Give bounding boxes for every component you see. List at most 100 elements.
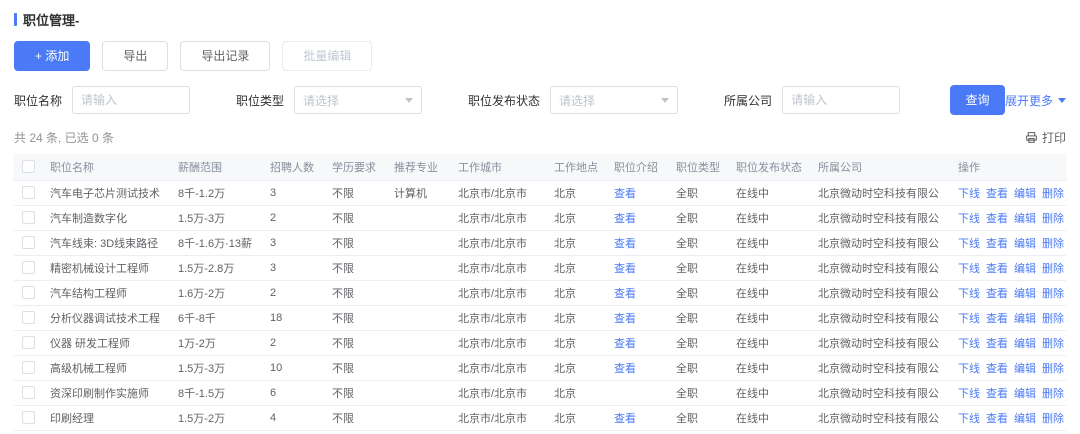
cell-location: 北京 xyxy=(546,355,606,381)
row-action-edit[interactable]: 编辑 xyxy=(1014,238,1036,250)
row-checkbox[interactable] xyxy=(22,361,35,374)
row-action-edit[interactable]: 编辑 xyxy=(1014,388,1036,400)
row-checkbox[interactable] xyxy=(22,261,35,274)
row-action-offline[interactable]: 下线 xyxy=(958,238,980,250)
search-button[interactable]: 查询 xyxy=(950,85,1005,115)
row-action-delete[interactable]: 删除 xyxy=(1042,213,1064,225)
intro-view-link[interactable]: 查看 xyxy=(614,363,636,375)
row-checkbox[interactable] xyxy=(22,336,35,349)
row-action-edit[interactable]: 编辑 xyxy=(1014,288,1036,300)
row-checkbox[interactable] xyxy=(22,236,35,249)
row-checkbox[interactable] xyxy=(22,386,35,399)
cell-company: 北京微动时空科技有限公 xyxy=(810,405,950,431)
row-action-delete[interactable]: 删除 xyxy=(1042,263,1064,275)
intro-view-link[interactable]: 查看 xyxy=(614,288,636,300)
cell-intro: 查看 xyxy=(606,405,668,431)
job-type-select[interactable]: 请选择 xyxy=(294,86,423,114)
cell-company: 北京微动时空科技有限公 xyxy=(810,180,950,206)
intro-view-link[interactable]: 查看 xyxy=(614,413,636,425)
company-input[interactable] xyxy=(782,86,901,114)
row-action-offline[interactable]: 下线 xyxy=(958,263,980,275)
cell-intro: 查看 xyxy=(606,355,668,381)
row-action-delete[interactable]: 删除 xyxy=(1042,288,1064,300)
row-select-cell xyxy=(14,205,42,231)
table-row: 汽车电子芯片测试技术 8千-1.2万 3 不限 计算机 北京市/北京市 北京 查看 全职 在线中北… xyxy=(14,180,1066,206)
cell-location: 北京 xyxy=(546,205,606,231)
cell-company: 北京微动时空科技有限公 xyxy=(810,380,950,406)
cell-count: 6 xyxy=(262,380,324,406)
row-action-edit[interactable]: 编辑 xyxy=(1014,413,1036,425)
row-action-delete[interactable]: 删除 xyxy=(1042,338,1064,350)
row-action-view[interactable]: 查看 xyxy=(986,288,1008,300)
row-action-delete[interactable]: 删除 xyxy=(1042,413,1064,425)
row-action-offline[interactable]: 下线 xyxy=(958,388,980,400)
row-action-view[interactable]: 查看 xyxy=(986,213,1008,225)
intro-view-link[interactable]: 查看 xyxy=(614,213,636,225)
batch-edit-button[interactable]: 批量编辑 xyxy=(282,41,373,71)
row-select-cell xyxy=(14,180,42,206)
row-action-view[interactable]: 查看 xyxy=(986,263,1008,275)
row-checkbox[interactable] xyxy=(22,211,35,224)
row-action-edit[interactable]: 编辑 xyxy=(1014,363,1036,375)
row-action-delete[interactable]: 删除 xyxy=(1042,388,1064,400)
row-action-offline[interactable]: 下线 xyxy=(958,313,980,325)
row-action-delete[interactable]: 删除 xyxy=(1042,238,1064,250)
cell-status: 在线中 xyxy=(728,305,810,331)
row-action-view[interactable]: 查看 xyxy=(986,313,1008,325)
job-name-input[interactable] xyxy=(72,86,191,114)
table-row: 仪器 研发工程师 1万-2万 2 不限 北京市/北京市 北京 查看 全职 在线中 北京微动时空科技… xyxy=(14,330,1066,356)
job-type-label: 职位类型 xyxy=(236,93,285,108)
select-all-checkbox[interactable] xyxy=(22,160,35,174)
cell-edu: 不限 xyxy=(324,305,386,331)
intro-view-link[interactable]: 查看 xyxy=(614,338,636,350)
cell-count: 4 xyxy=(262,405,324,431)
row-action-offline[interactable]: 下线 xyxy=(958,213,980,225)
expand-more-link[interactable]: 展开更多 xyxy=(1005,92,1066,109)
cell-name: 汽车结构工程师 xyxy=(42,280,170,306)
intro-view-link[interactable]: 查看 xyxy=(614,313,636,325)
row-action-view[interactable]: 查看 xyxy=(986,338,1008,350)
row-checkbox[interactable] xyxy=(22,286,35,299)
intro-view-link[interactable]: 查看 xyxy=(614,188,636,200)
intro-view-link[interactable]: 查看 xyxy=(614,238,636,250)
add-button[interactable]: + 添加 xyxy=(14,41,91,71)
cell-edu: 不限 xyxy=(324,255,386,281)
row-checkbox[interactable] xyxy=(22,311,35,324)
cell-intro: 查看 xyxy=(606,255,668,281)
row-action-offline[interactable]: 下线 xyxy=(958,288,980,300)
cell-city: 北京市/北京市 xyxy=(450,255,546,281)
row-checkbox[interactable] xyxy=(22,186,35,199)
row-action-offline[interactable]: 下线 xyxy=(958,188,980,200)
cell-city: 北京市/北京市 xyxy=(450,380,546,406)
job-type-select-placeholder: 请选择 xyxy=(303,93,340,108)
row-action-edit[interactable]: 编辑 xyxy=(1014,338,1036,350)
row-action-edit[interactable]: 编辑 xyxy=(1014,188,1036,200)
row-action-view[interactable]: 查看 xyxy=(986,388,1008,400)
row-action-delete[interactable]: 删除 xyxy=(1042,188,1064,200)
row-action-view[interactable]: 查看 xyxy=(986,238,1008,250)
cell-actions: 下线 查看 编辑 删除 xyxy=(950,230,1066,256)
intro-view-link[interactable]: 查看 xyxy=(614,263,636,275)
row-action-delete[interactable]: 删除 xyxy=(1042,313,1064,325)
cell-count: 18 xyxy=(262,305,324,331)
row-action-edit[interactable]: 编辑 xyxy=(1014,213,1036,225)
cell-type: 全职 xyxy=(668,255,728,281)
row-action-offline[interactable]: 下线 xyxy=(958,413,980,425)
row-action-edit[interactable]: 编辑 xyxy=(1014,263,1036,275)
row-action-offline[interactable]: 下线 xyxy=(958,338,980,350)
cell-status: 在线中 xyxy=(728,330,810,356)
row-checkbox[interactable] xyxy=(22,411,35,424)
row-action-view[interactable]: 查看 xyxy=(986,413,1008,425)
row-action-view[interactable]: 查看 xyxy=(986,188,1008,200)
publish-status-select[interactable]: 请选择 xyxy=(550,86,679,114)
export-button[interactable]: 导出 xyxy=(102,41,169,71)
row-action-view[interactable]: 查看 xyxy=(986,363,1008,375)
print-button[interactable]: 打印 xyxy=(1025,129,1066,146)
column-header: 推荐专业 xyxy=(386,154,450,181)
row-action-offline[interactable]: 下线 xyxy=(958,363,980,375)
cell-intro xyxy=(606,380,668,406)
row-action-delete[interactable]: 删除 xyxy=(1042,363,1064,375)
row-action-edit[interactable]: 编辑 xyxy=(1014,313,1036,325)
table-row: 高级机械工程师 1.5万-3万 10 不限 北京市/北京市 北京 查看 全职 在线中 北京微动时空… xyxy=(14,355,1066,381)
export-records-button[interactable]: 导出记录 xyxy=(180,41,271,71)
